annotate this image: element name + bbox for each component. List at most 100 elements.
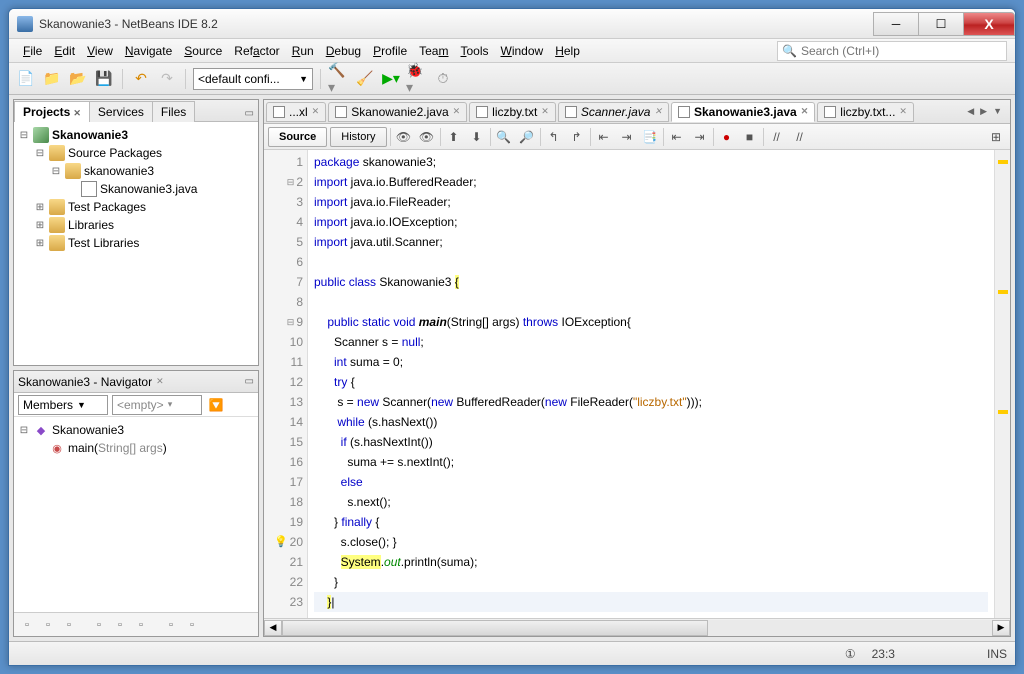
editor-tab[interactable]: Scanner.java✕ <box>558 102 669 122</box>
editor-tab[interactable]: liczby.txt...✕ <box>817 102 914 122</box>
redo-button[interactable]: ↷ <box>156 68 178 90</box>
navigator-footer: ▫ ▫ ▫ ▫ ▫ ▫ ▫ ▫ <box>14 612 258 636</box>
editor-panel: ...xl✕Skanowanie2.java✕liczby.txt✕Scanne… <box>263 99 1011 637</box>
hscroll-right-icon[interactable]: ▶ <box>992 620 1010 636</box>
navigator-tree[interactable]: ⊟◆Skanowanie3◉main(String[] args) <box>14 417 258 612</box>
et-find-icon[interactable]: 🔍 <box>494 127 514 147</box>
horizontal-scrollbar[interactable]: ◀ ▶ <box>264 618 1010 636</box>
debug-button[interactable]: 🐞▾ <box>406 68 428 90</box>
profile-button[interactable]: ⏱ <box>432 68 454 90</box>
menu-debug[interactable]: Debug <box>320 42 367 60</box>
nav-btn-8[interactable]: ▫ <box>183 616 201 634</box>
hscroll-left-icon[interactable]: ◀ <box>264 620 282 636</box>
editor-tab[interactable]: liczby.txt✕ <box>469 102 556 122</box>
menu-tools[interactable]: Tools <box>454 42 494 60</box>
tab-files[interactable]: Files <box>152 101 195 122</box>
et-shift-right-icon[interactable]: ⇥ <box>690 127 710 147</box>
tree-row[interactable]: ⊟skanowanie3 <box>16 162 256 180</box>
nav-btn-6[interactable]: ▫ <box>132 616 150 634</box>
code-editor[interactable]: package skanowanie3;import java.io.Buffe… <box>308 150 994 618</box>
save-all-button[interactable]: 💾 <box>93 68 115 90</box>
new-file-button[interactable]: 📄 <box>15 68 37 90</box>
config-combo[interactable]: <default confi...▼ <box>193 68 313 90</box>
editor-tab[interactable]: Skanowanie3.java✕ <box>671 102 815 122</box>
run-button[interactable]: ▶▾ <box>380 68 402 90</box>
nav-btn-5[interactable]: ▫ <box>111 616 129 634</box>
nav-btn-7[interactable]: ▫ <box>162 616 180 634</box>
menu-file[interactable]: File <box>17 42 48 60</box>
navigator-filter-combo[interactable]: <empty>▾ <box>112 395 202 415</box>
et-fwd-icon[interactable]: 👁 <box>417 127 437 147</box>
status-notifications-icon[interactable]: ① <box>845 647 856 661</box>
et-expand-icon[interactable]: ⊞ <box>986 127 1006 147</box>
editor-tab[interactable]: ...xl✕ <box>266 102 326 122</box>
tree-row[interactable]: ⊞Test Libraries <box>16 234 256 252</box>
tab-services[interactable]: Services <box>89 101 153 122</box>
projects-panel: Projects✕ Services Files ▭ ⊟Skanowanie3⊟… <box>13 99 259 366</box>
nav-btn-2[interactable]: ▫ <box>39 616 57 634</box>
navigator-members-combo[interactable]: Members▼ <box>18 395 108 415</box>
tree-row[interactable]: ⊟Source Packages <box>16 144 256 162</box>
menu-refactor[interactable]: Refactor <box>228 42 285 60</box>
gutter[interactable]: 1⊟2345678⊟910111213141516171819💡20212223 <box>264 150 308 618</box>
open-button[interactable]: 📂 <box>67 68 89 90</box>
status-insert-mode[interactable]: INS <box>987 647 1007 661</box>
menu-view[interactable]: View <box>81 42 119 60</box>
tabs-scroll-left-icon[interactable]: ◀ <box>965 106 976 117</box>
tree-row[interactable]: Skanowanie3.java <box>16 180 256 198</box>
nav-btn-1[interactable]: ▫ <box>18 616 36 634</box>
projects-minimize-icon[interactable]: ▭ <box>241 106 258 121</box>
search-input[interactable] <box>801 44 1002 58</box>
search-box[interactable]: 🔍 <box>777 41 1007 61</box>
et-back-icon[interactable]: 👁 <box>394 127 414 147</box>
tree-row[interactable]: ⊟Skanowanie3 <box>16 126 256 144</box>
et-macro-stop-icon[interactable]: ■ <box>740 127 760 147</box>
et-next-icon[interactable]: ⬇ <box>467 127 487 147</box>
menu-help[interactable]: Help <box>549 42 586 60</box>
et-shift-left-icon[interactable]: ⇤ <box>667 127 687 147</box>
et-toggle-bookmark-icon[interactable]: 📑 <box>640 127 660 147</box>
navigator-header: Skanowanie3 - Navigator✕ ▭ <box>14 371 258 393</box>
menu-team[interactable]: Team <box>413 42 454 60</box>
et-bm-next-icon[interactable]: ↱ <box>567 127 587 147</box>
clean-build-button[interactable]: 🧹 <box>354 68 376 90</box>
et-prev-icon[interactable]: ⬆ <box>444 127 464 147</box>
tabs-scroll-right-icon[interactable]: ▶ <box>978 106 989 117</box>
menu-navigate[interactable]: Navigate <box>119 42 178 60</box>
undo-button[interactable]: ↶ <box>130 68 152 90</box>
overview-ruler[interactable] <box>994 150 1010 618</box>
nav-btn-4[interactable]: ▫ <box>90 616 108 634</box>
tree-row[interactable]: ⊞Test Packages <box>16 198 256 216</box>
navigator-minimize-icon[interactable]: ▭ <box>245 376 254 387</box>
search-icon: 🔍 <box>782 44 797 58</box>
tabs-list-icon[interactable]: ▼ <box>991 106 1004 117</box>
menu-run[interactable]: Run <box>286 42 320 60</box>
et-hilite-icon[interactable]: 🔎 <box>517 127 537 147</box>
new-project-button[interactable]: 📁 <box>41 68 63 90</box>
navigator-filter-icon[interactable]: 🔽 <box>206 395 226 415</box>
et-comment-icon[interactable]: // <box>767 127 787 147</box>
maximize-button[interactable]: ☐ <box>918 12 964 36</box>
nav-btn-3[interactable]: ▫ <box>60 616 78 634</box>
build-button[interactable]: 🔨▾ <box>328 68 350 90</box>
et-prev-bookmark-icon[interactable]: ⇤ <box>594 127 614 147</box>
et-bm-prev-icon[interactable]: ↰ <box>544 127 564 147</box>
tab-projects[interactable]: Projects✕ <box>14 101 90 122</box>
menu-source[interactable]: Source <box>178 42 228 60</box>
history-tab[interactable]: History <box>330 127 386 147</box>
tree-row[interactable]: ⊟◆Skanowanie3 <box>16 421 256 439</box>
source-tab[interactable]: Source <box>268 127 327 147</box>
minimize-button[interactable]: ─ <box>873 12 919 36</box>
tree-row[interactable]: ◉main(String[] args) <box>16 439 256 457</box>
et-macro-rec-icon[interactable]: ● <box>717 127 737 147</box>
main-area: Projects✕ Services Files ▭ ⊟Skanowanie3⊟… <box>9 95 1015 641</box>
menu-window[interactable]: Window <box>495 42 550 60</box>
close-button[interactable]: X <box>963 12 1015 36</box>
et-uncomment-icon[interactable]: // <box>790 127 810 147</box>
et-next-bookmark-icon[interactable]: ⇥ <box>617 127 637 147</box>
menu-edit[interactable]: Edit <box>48 42 81 60</box>
menu-profile[interactable]: Profile <box>367 42 413 60</box>
editor-tab[interactable]: Skanowanie2.java✕ <box>328 102 467 122</box>
projects-tree[interactable]: ⊟Skanowanie3⊟Source Packages⊟skanowanie3… <box>14 122 258 365</box>
tree-row[interactable]: ⊞Libraries <box>16 216 256 234</box>
